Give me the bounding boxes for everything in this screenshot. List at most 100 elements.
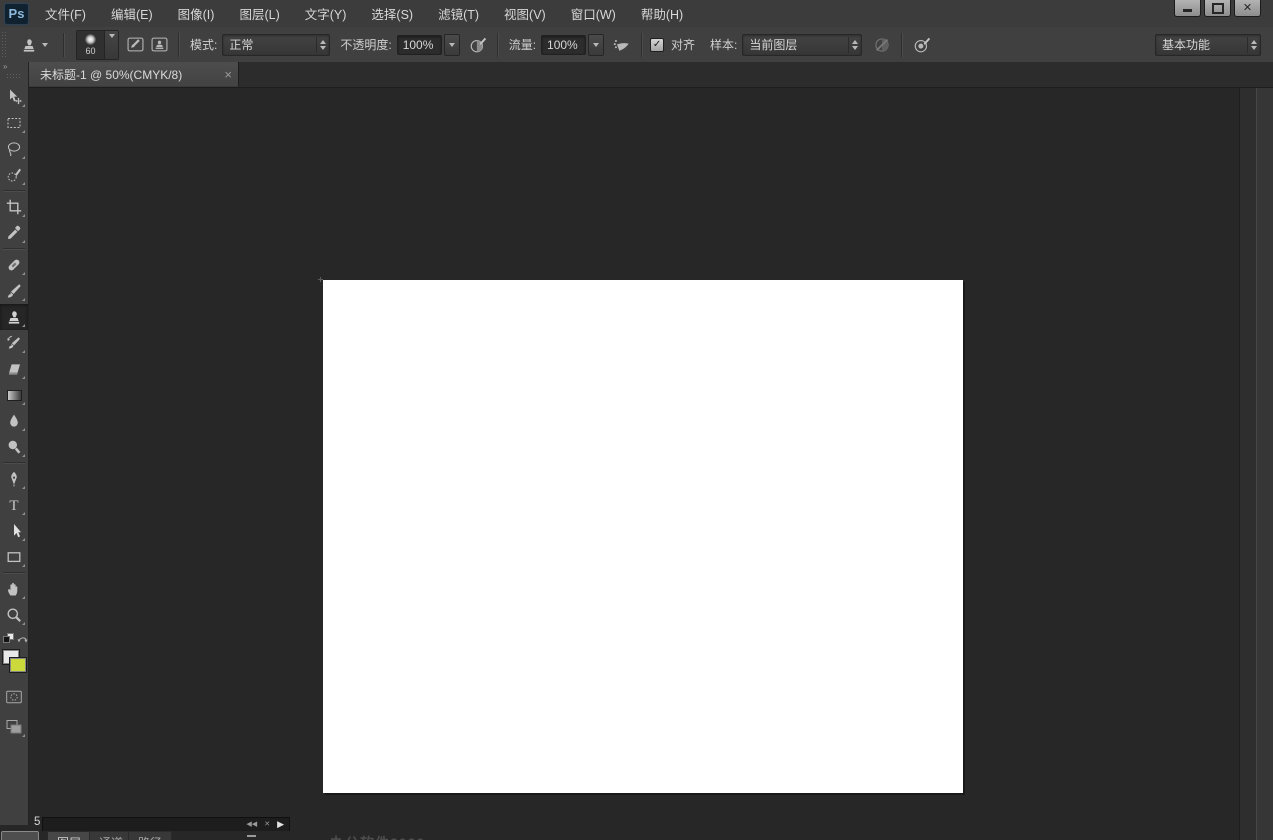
type-icon: T [6,497,22,513]
pen-tool[interactable] [0,466,28,492]
toggle-brush-panel-button[interactable] [123,33,147,57]
menu-help[interactable]: 帮助(H) [639,4,685,23]
opacity-input[interactable]: 100% [397,35,442,55]
sample-value: 当前图层 [743,36,848,53]
clipped-bottom-panels: 图层 通道 路径 办公软件2020 [0,831,1273,840]
brush-preset-picker[interactable]: 60 [76,30,119,60]
menu-layer[interactable]: 图层(L) [237,4,281,23]
crop-icon [6,199,22,215]
tool-preset-picker[interactable] [12,33,56,57]
rectangle-tool[interactable] [0,544,28,570]
tab-channels[interactable]: 通道 [89,831,133,840]
flow-dropdown-button[interactable] [588,34,604,56]
opacity-dropdown-button[interactable] [444,34,460,56]
strip-close-icon[interactable]: ✕ [264,821,270,828]
mode-select[interactable]: 正常 [222,34,330,56]
rewind-icon[interactable]: ◀◀ [246,821,257,828]
airbrush-icon [613,36,631,54]
screen-mode-button[interactable] [0,714,28,740]
brush-preset-arrow[interactable] [104,31,118,59]
clone-stamp-tool[interactable] [0,304,28,330]
gradient-tool[interactable] [0,382,28,408]
options-bar-gripper[interactable] [1,31,8,58]
gradient-icon [7,390,22,401]
brush-icon [6,283,22,299]
healing-brush-tool[interactable] [0,252,28,278]
menu-select[interactable]: 选择(S) [369,4,415,23]
quick-mask-icon [6,689,22,705]
toggle-clone-source-panel-button[interactable] [147,33,171,57]
aligned-label: 对齐 [671,36,695,53]
eraser-tool[interactable] [0,356,28,382]
tablet-pressure-size-button[interactable] [910,33,934,57]
collapse-toolbar-button[interactable]: » [0,62,28,71]
chevron-down-icon [449,43,455,47]
close-button[interactable]: ✕ [1234,0,1261,17]
tab-close-icon[interactable]: × [224,67,232,82]
airbrush-button[interactable] [610,33,634,57]
quick-mask-mode-button[interactable] [0,684,28,710]
tab-paths[interactable]: 路径 [128,831,172,840]
default-colors-icon[interactable] [3,633,14,644]
tablet-pressure-size-icon [913,36,931,54]
aligned-checkbox[interactable]: ✓ [650,38,664,52]
toolbar-gripper[interactable] [6,73,22,80]
workspace-value: 基本功能 [1156,36,1247,53]
double-arrow-icon: » [3,63,6,71]
collapsed-panel-dock[interactable] [1239,87,1273,840]
workspace-switcher-wrap: 基本功能 [1155,34,1261,56]
menu-type[interactable]: 文字(Y) [303,4,349,23]
canvas-workspace [0,87,1273,840]
menu-edit[interactable]: 编辑(E) [109,4,155,23]
blur-tool[interactable] [0,408,28,434]
dodge-tool[interactable] [0,434,28,460]
minimize-button[interactable] [1174,0,1201,17]
hand-tool[interactable] [0,576,28,602]
menu-filter[interactable]: 滤镜(T) [436,4,481,23]
opacity-label: 不透明度: [340,36,391,53]
brush-size-value: 60 [85,46,95,56]
stepper-icon [316,37,329,53]
sample-select[interactable]: 当前图层 [742,34,862,56]
menu-image[interactable]: 图像(I) [176,4,217,23]
path-selection-tool[interactable] [0,518,28,544]
document-tab-bar: 未标题-1 @ 50%(CMYK/8) × [28,62,1273,88]
quick-selection-icon [6,167,22,183]
document-tab[interactable]: 未标题-1 @ 50%(CMYK/8) × [28,62,239,87]
document-canvas[interactable] [323,280,963,793]
zoom-tool[interactable] [0,602,28,628]
maximize-button[interactable] [1204,0,1231,17]
sample-label: 样本: [710,36,737,53]
rectangular-marquee-tool[interactable] [0,110,28,136]
history-brush-tool[interactable] [0,330,28,356]
eyedropper-tool[interactable] [0,220,28,246]
tablet-pressure-opacity-icon [469,36,487,54]
photoshop-window: Ps 文件(F) 编辑(E) 图像(I) 图层(L) 文字(Y) 选择(S) 滤… [0,0,1273,840]
crop-tool[interactable] [0,194,28,220]
move-tool[interactable] [0,84,28,110]
quick-selection-tool[interactable] [0,162,28,188]
menu-view[interactable]: 视图(V) [502,4,548,23]
menu-file[interactable]: 文件(F) [43,4,88,23]
flow-label: 流量: [509,36,536,53]
swap-colors-icon[interactable] [17,633,28,644]
brush-tool[interactable] [0,278,28,304]
rectangle-icon [6,549,22,565]
toolbar: » [0,62,29,825]
horizontal-type-tool[interactable]: T [0,492,28,518]
flow-input[interactable]: 100% [541,35,586,55]
play-icon[interactable]: ▶ [277,820,284,829]
mode-label: 模式: [190,36,217,53]
panel-dock-edge [1256,87,1273,840]
menu-window[interactable]: 窗口(W) [569,4,618,23]
tab-layers[interactable]: 图层 [47,831,91,840]
lasso-icon [6,141,22,157]
photoshop-logo: Ps [4,3,29,25]
panel-dash-icon [247,835,256,837]
lasso-tool[interactable] [0,136,28,162]
background-color-swatch[interactable] [9,657,27,673]
minimized-panel-strip[interactable]: ◀◀ ✕ ▶ [42,817,290,831]
stepper-icon [848,37,861,53]
tablet-pressure-opacity-button[interactable] [466,33,490,57]
workspace-select[interactable]: 基本功能 [1155,34,1261,56]
